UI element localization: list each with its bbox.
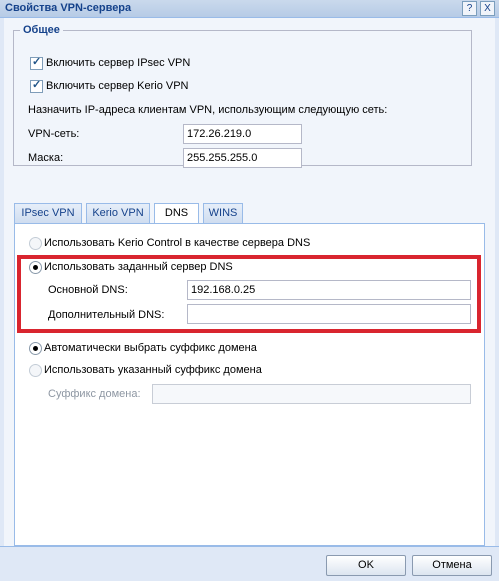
auto-suffix-label: Автоматически выбрать суффикс домена [44, 342, 257, 354]
use-custom-dns-radio[interactable] [29, 261, 42, 274]
cancel-button[interactable]: Отмена [412, 555, 492, 576]
primary-dns-label: Основной DNS: [48, 284, 128, 296]
tab-wins[interactable]: WINS [203, 203, 243, 223]
mask-input[interactable]: 255.255.255.0 [183, 148, 302, 168]
enable-kerio-label: Включить сервер Kerio VPN [46, 80, 189, 92]
secondary-dns-label: Дополнительный DNS: [48, 309, 165, 321]
radio-dot-icon [33, 346, 38, 351]
enable-kerio-checkbox[interactable]: ✓ [30, 79, 43, 93]
checkmark-icon: ✓ [32, 56, 42, 68]
help-button[interactable]: ? [462, 1, 477, 16]
secondary-dns-input[interactable] [187, 304, 471, 324]
enable-ipsec-checkbox[interactable]: ✓ [30, 56, 43, 70]
domain-suffix-label: Суффикс домена: [48, 388, 141, 400]
enable-ipsec-label: Включить сервер IPsec VPN [46, 57, 191, 69]
vpn-network-label: VPN-сеть: [28, 128, 80, 140]
domain-suffix-input[interactable] [152, 384, 471, 404]
window-title: Свойства VPN-сервера [5, 2, 132, 14]
radio-dot-icon [33, 265, 38, 270]
assign-network-text: Назначить IP-адреса клиентам VPN, исполь… [28, 104, 388, 116]
primary-dns-input[interactable]: 192.168.0.25 [187, 280, 471, 300]
use-kerio-dns-radio[interactable] [29, 237, 42, 250]
ok-button[interactable]: OK [326, 555, 406, 576]
general-fieldset: Общее [13, 24, 472, 166]
title-bar: Свойства VPN-сервера ? X [0, 0, 499, 18]
custom-suffix-label: Использовать указанный суффикс домена [44, 364, 262, 376]
tab-ipsec-vpn[interactable]: IPsec VPN [14, 203, 82, 223]
general-legend: Общее [23, 24, 60, 36]
vpn-network-input[interactable]: 172.26.219.0 [183, 124, 302, 144]
tab-dns[interactable]: DNS [154, 203, 199, 224]
use-kerio-dns-label: Использовать Kerio Control в качестве се… [44, 237, 311, 249]
close-button[interactable]: X [480, 1, 495, 16]
auto-suffix-radio[interactable] [29, 342, 42, 355]
checkmark-icon: ✓ [32, 79, 42, 91]
mask-label: Маска: [28, 152, 64, 164]
tab-kerio-vpn[interactable]: Kerio VPN [86, 203, 150, 223]
custom-suffix-radio[interactable] [29, 364, 42, 377]
use-custom-dns-label: Использовать заданный сервер DNS [44, 261, 233, 273]
